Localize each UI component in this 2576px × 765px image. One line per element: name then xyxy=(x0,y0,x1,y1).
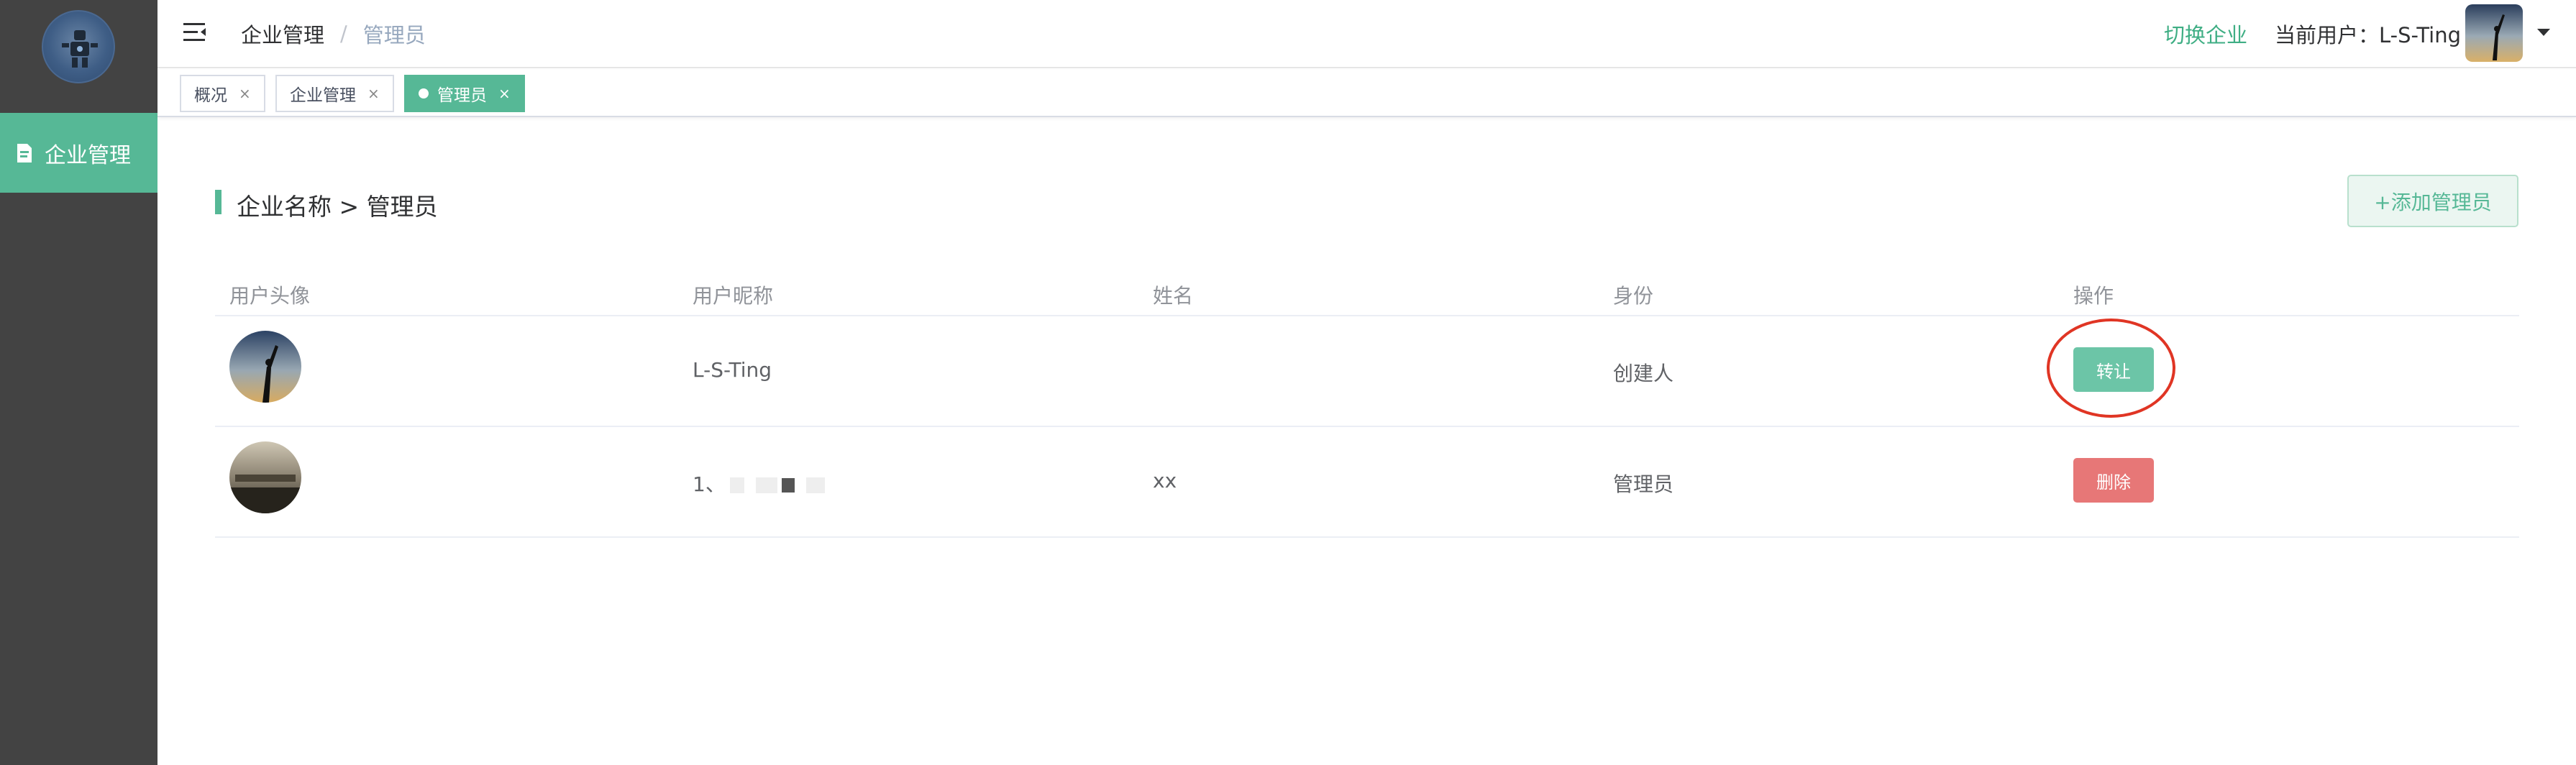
current-user-prefix: 当前用户： xyxy=(2275,23,2380,47)
user-avatar[interactable] xyxy=(2465,4,2523,62)
breadcrumb-item-current: 管理员 xyxy=(362,23,426,47)
admin-table: 用户头像 用户昵称 姓名 身份 操作 L-S-Ting 创建人 转让 1、 xx… xyxy=(215,266,2519,538)
breadcrumb-item-enterprise[interactable]: 企业管理 xyxy=(241,19,324,49)
nickname-text: 1、 xyxy=(693,472,726,496)
close-icon[interactable]: × xyxy=(239,85,251,102)
nickname-cell: L-S-Ting xyxy=(693,358,772,382)
role-cell: 管理员 xyxy=(1613,472,1674,496)
table-row: 1、 xx 管理员 删除 xyxy=(215,427,2519,538)
active-dot-icon xyxy=(419,88,429,99)
nickname-cell: 1、 xyxy=(693,469,825,498)
table-row: L-S-Ting 创建人 转让 xyxy=(215,316,2519,427)
top-header: 企业管理 / 管理员 切换企业 当前用户：L-S-Ting xyxy=(157,0,2576,68)
close-icon[interactable]: × xyxy=(498,85,511,102)
page-title: 企业名称 > 管理员 xyxy=(237,193,438,221)
current-user-name: L-S-Ting xyxy=(2379,23,2462,47)
tab-admins[interactable]: 管理员 × xyxy=(404,75,525,112)
redacted-block xyxy=(781,478,795,493)
tab-overview[interactable]: 概况 × xyxy=(180,75,265,112)
avatar xyxy=(229,441,301,513)
redacted-block xyxy=(805,477,825,493)
robot-icon xyxy=(62,30,98,68)
avatar xyxy=(229,331,301,403)
logo xyxy=(42,10,115,83)
name-cell: xx xyxy=(1153,469,1177,493)
table-header: 用户头像 用户昵称 姓名 身份 操作 xyxy=(215,266,2519,316)
tab-enterprise[interactable]: 企业管理 × xyxy=(275,75,394,112)
column-header-name: 姓名 xyxy=(1153,284,1194,308)
sidebar: 企业管理 xyxy=(0,0,157,765)
sidebar-item-enterprise[interactable]: 企业管理 xyxy=(0,113,157,193)
tab-label: 企业管理 xyxy=(290,86,356,105)
breadcrumb: 企业管理 / 管理员 xyxy=(241,19,426,49)
chevron-down-icon[interactable] xyxy=(2537,29,2550,36)
redacted-block xyxy=(729,477,744,493)
main-content: 企业名称 > 管理员 +添加管理员 用户头像 用户昵称 姓名 身份 操作 L-S… xyxy=(157,119,2576,765)
tab-label: 管理员 xyxy=(437,86,487,105)
transfer-button[interactable]: 转让 xyxy=(2073,347,2154,392)
tab-label: 概况 xyxy=(194,86,227,105)
column-header-actions: 操作 xyxy=(2073,284,2114,308)
breadcrumb-separator: / xyxy=(340,22,347,46)
role-cell: 创建人 xyxy=(1613,362,1674,385)
delete-button[interactable]: 删除 xyxy=(2073,458,2154,503)
redacted-block xyxy=(755,477,777,493)
close-icon[interactable]: × xyxy=(367,85,380,102)
switch-enterprise-link[interactable]: 切换企业 xyxy=(2164,19,2247,49)
menu-toggle-icon[interactable] xyxy=(183,22,206,43)
column-header-role: 身份 xyxy=(1613,284,1654,308)
section-title-bar xyxy=(215,190,221,214)
tags-view: 概况 × 企业管理 × 管理员 × xyxy=(157,70,2576,117)
add-admin-button[interactable]: +添加管理员 xyxy=(2347,175,2518,227)
column-header-avatar: 用户头像 xyxy=(229,284,311,308)
document-icon xyxy=(16,143,33,163)
column-header-nickname: 用户昵称 xyxy=(693,284,774,308)
sidebar-item-label: 企业管理 xyxy=(45,142,131,168)
current-user-label: 当前用户：L-S-Ting xyxy=(2275,19,2461,49)
